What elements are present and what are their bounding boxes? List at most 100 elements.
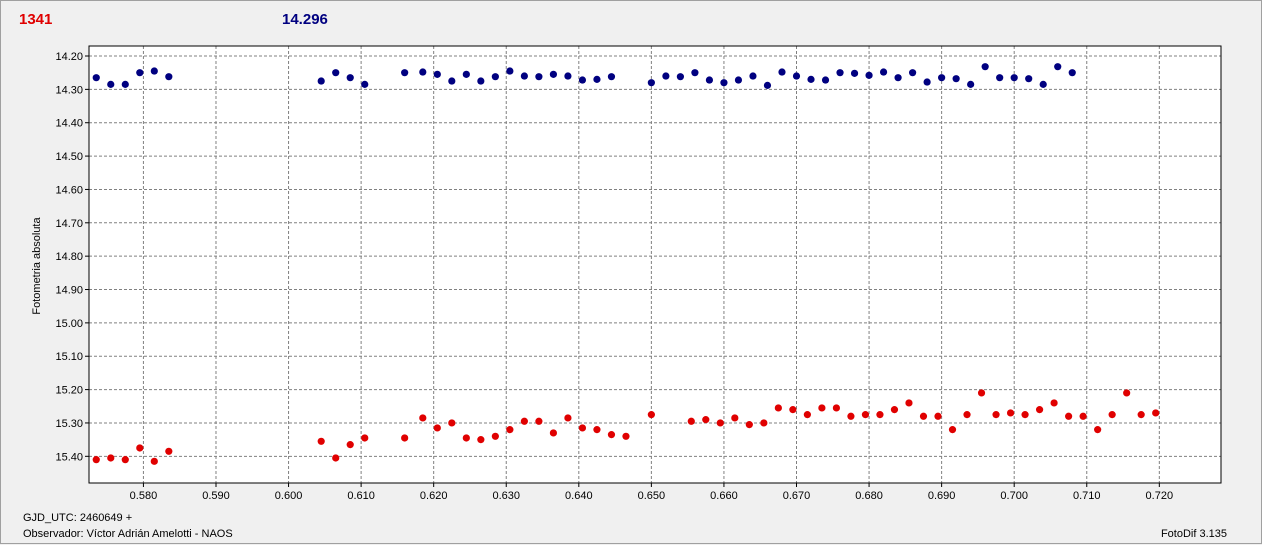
series-1-point [491, 432, 499, 440]
series-1-point [1035, 406, 1044, 414]
series-1-point [578, 424, 587, 432]
chart-window: 1341 14.296 Fotometria absoluta 0.580 0.5… [0, 0, 1262, 544]
series-1-point [92, 456, 100, 464]
series-1-point [818, 404, 826, 412]
series-1-point [774, 404, 782, 412]
series-2-point [477, 77, 485, 85]
series-1-point [948, 426, 957, 434]
series-2-point [535, 73, 543, 81]
plot-area: 0.580 0.590 0.600 0.610 0.620 0.630 0.640 0.650… [55, 45, 1222, 502]
series-1-point [1123, 389, 1131, 397]
y-tick-label: 15.40 [55, 451, 83, 463]
plot-background [89, 46, 1221, 483]
y-tick-label: 14.70 [55, 218, 83, 230]
series-1-point [1094, 426, 1102, 434]
series-1-point [401, 434, 409, 442]
series-2-point [1025, 75, 1033, 83]
series-2-point [506, 67, 514, 75]
x-tick-label: 0.680 [855, 490, 883, 502]
series-1-point [905, 399, 913, 407]
series-2-point [1054, 63, 1062, 71]
series-2-point [578, 76, 587, 84]
x-tick-label: 0.670 [783, 490, 811, 502]
x-tick-label: 0.590 [202, 490, 230, 502]
series-1-point [1006, 409, 1015, 417]
series-1-point [136, 444, 144, 452]
series-2-point [807, 75, 815, 83]
x-tick-label: 0.700 [1000, 490, 1028, 502]
series-1-point [832, 404, 841, 412]
series-1-point [919, 412, 928, 420]
series-2-point [879, 68, 888, 76]
x-tick-label: 0.720 [1146, 490, 1174, 502]
x-tick-label: 0.650 [638, 490, 666, 502]
series-1-point [346, 441, 354, 449]
series-1-point [506, 426, 514, 434]
series-1-point [716, 419, 724, 427]
series-2-point [720, 79, 728, 87]
y-tick-label: 14.40 [55, 118, 83, 130]
series-1-point [890, 406, 899, 414]
series-2-point [792, 72, 801, 80]
series-1-point [934, 412, 942, 420]
series-1-point [1152, 409, 1160, 417]
series-1-point [165, 447, 173, 455]
series-2-point [981, 63, 989, 71]
series-1-point [564, 414, 572, 422]
x-tick-label: 0.660 [710, 490, 738, 502]
series-2-point [549, 70, 558, 78]
series-2-point [121, 80, 129, 88]
series-2-point [520, 72, 528, 80]
series-1-point [789, 406, 797, 414]
series-2-point [691, 69, 699, 77]
series-1-point [977, 389, 986, 397]
series-1-point [1079, 412, 1087, 420]
series-2-point [967, 80, 975, 88]
series-1-point [332, 454, 340, 462]
series-1-point [433, 424, 441, 432]
series-1-point [1021, 411, 1029, 419]
series-2-point [705, 76, 714, 84]
series-2-point [1068, 69, 1076, 77]
series-1-point [622, 432, 630, 440]
y-tick-label: 15.20 [55, 385, 83, 397]
series-2-point [593, 75, 601, 83]
series-1-point [963, 411, 971, 419]
series-2-point [749, 72, 757, 80]
series-2-point [647, 79, 655, 87]
series-1-point [847, 412, 855, 420]
series-1-point [361, 434, 369, 442]
series-1-point [317, 437, 325, 445]
series-2-point [1010, 74, 1018, 82]
y-tick-label: 14.30 [55, 84, 83, 96]
series-2-point [150, 67, 158, 75]
x-tick-label: 0.610 [347, 490, 375, 502]
series-1-point [593, 426, 601, 434]
series-2-point [734, 76, 743, 84]
series-2-point [419, 68, 427, 76]
series-1-point [1108, 411, 1116, 419]
series-2-point [448, 77, 456, 85]
series-1-point [419, 414, 427, 422]
series-2-point [462, 70, 470, 78]
series-1-point [462, 434, 470, 442]
series-2-point [1039, 80, 1047, 88]
series-2-point [821, 76, 830, 84]
series-2-point [676, 73, 684, 81]
x-tick-label: 0.620 [420, 490, 448, 502]
series-1-point [448, 419, 456, 427]
series-2-point [491, 73, 499, 81]
x-tick-label: 0.580 [130, 490, 158, 502]
y-tick-label: 15.30 [55, 418, 83, 430]
version-footer: FotoDif 3.135 [1160, 528, 1227, 540]
series-2-point [165, 73, 173, 81]
series-1-point [861, 411, 870, 419]
series-2-point [763, 81, 772, 89]
series-2-point [938, 74, 946, 82]
series-2-point [909, 69, 917, 77]
series-1-point [647, 411, 655, 419]
series-1-point [549, 429, 558, 437]
series-2-point [361, 80, 369, 88]
y-tick-label: 15.10 [55, 351, 83, 363]
series-2-point [662, 72, 670, 80]
